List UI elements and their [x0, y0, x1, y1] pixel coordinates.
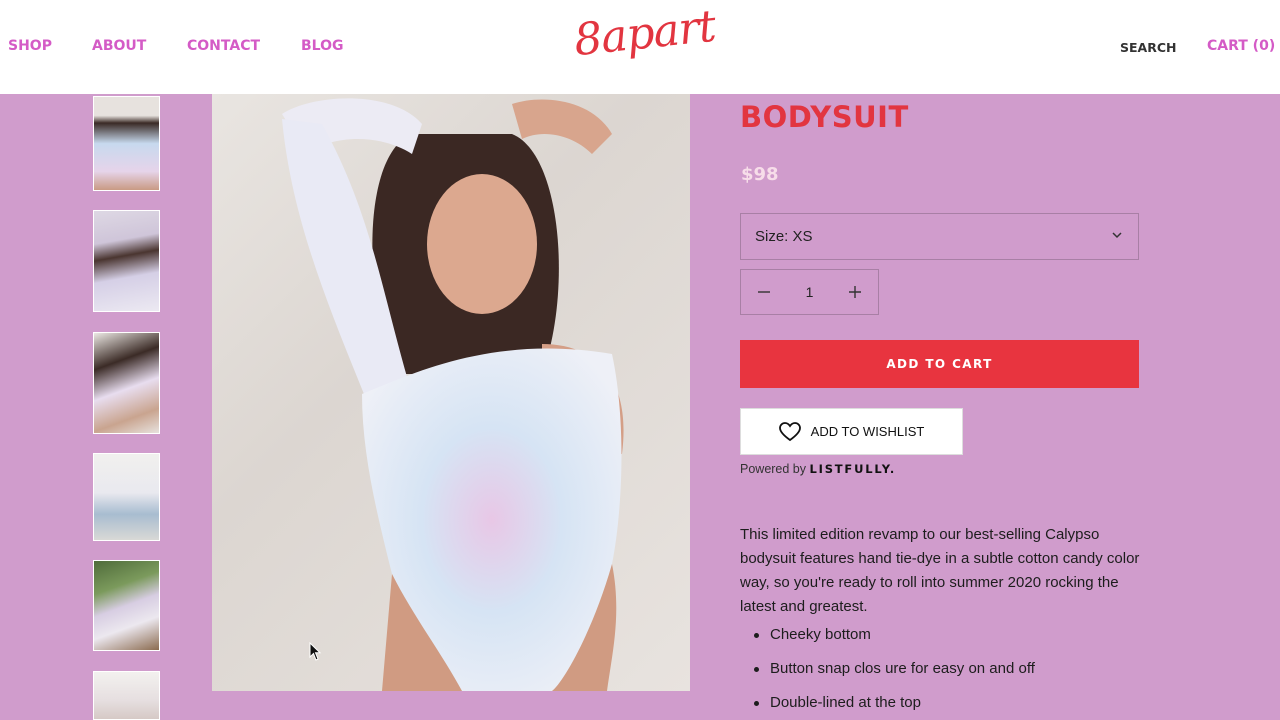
product-title: BODYSUIT	[740, 100, 909, 134]
nav-shop[interactable]: SHOP	[8, 38, 52, 54]
thumbnail-4[interactable]	[93, 453, 160, 541]
brand-logo[interactable]: 8apart	[572, 1, 718, 66]
search-link[interactable]: SEARCH	[1120, 40, 1176, 55]
powered-by: Powered by LISTFULLY.	[740, 462, 896, 476]
product-description: This limited edition revamp to our best-…	[740, 526, 1140, 615]
size-select-label: Size: XS	[755, 228, 813, 245]
chevron-down-icon	[1110, 228, 1124, 246]
product-photo-illustration	[282, 98, 624, 691]
nav-blog[interactable]: BLOG	[301, 38, 344, 54]
mouse-pointer-icon	[309, 641, 323, 667]
quantity-value[interactable]: 1	[806, 284, 814, 300]
plus-icon	[848, 286, 861, 298]
heart-icon	[778, 421, 801, 441]
product-main-image[interactable]	[212, 94, 690, 691]
thumbnail-3[interactable]	[93, 332, 160, 434]
decrease-quantity-button[interactable]	[757, 285, 771, 299]
add-to-cart-button[interactable]: ADD TO CART	[740, 340, 1139, 388]
wishlist-label: ADD TO WISHLIST	[810, 424, 925, 439]
thumbnail-image	[94, 97, 159, 190]
cart-link[interactable]: CART (0)	[1207, 38, 1275, 54]
thumbnail-image	[94, 333, 159, 433]
thumbnail-2[interactable]	[93, 210, 160, 312]
feature-list: Cheeky bottom Button snap clos ure for e…	[754, 626, 1035, 720]
powered-by-prefix: Powered by	[740, 462, 807, 476]
size-select[interactable]: Size: XS	[740, 213, 1139, 260]
minus-icon	[758, 291, 770, 293]
thumbnail-5[interactable]	[93, 560, 160, 651]
quantity-stepper: 1	[740, 269, 879, 315]
nav-contact[interactable]: CONTACT	[187, 38, 260, 54]
increase-quantity-button[interactable]	[848, 285, 862, 299]
listfully-link[interactable]: LISTFULLY.	[810, 462, 897, 476]
thumbnail-image	[94, 561, 159, 650]
thumbnail-image	[94, 211, 159, 311]
nav-about[interactable]: ABOUT	[92, 38, 146, 54]
list-item: Double-lined at the top	[754, 694, 1035, 720]
thumbnail-image	[94, 672, 159, 719]
add-to-wishlist-button[interactable]: ADD TO WISHLIST	[740, 408, 963, 455]
thumbnail-6[interactable]	[93, 671, 160, 720]
product-price: $98	[741, 164, 779, 185]
list-item: Cheeky bottom	[754, 626, 1035, 660]
thumbnail-1[interactable]	[93, 96, 160, 191]
list-item: Button snap clos ure for easy on and off	[754, 660, 1035, 694]
thumbnail-image	[94, 454, 159, 540]
site-header: SHOP ABOUT CONTACT BLOG 8apart SEARCH CA…	[0, 0, 1280, 94]
